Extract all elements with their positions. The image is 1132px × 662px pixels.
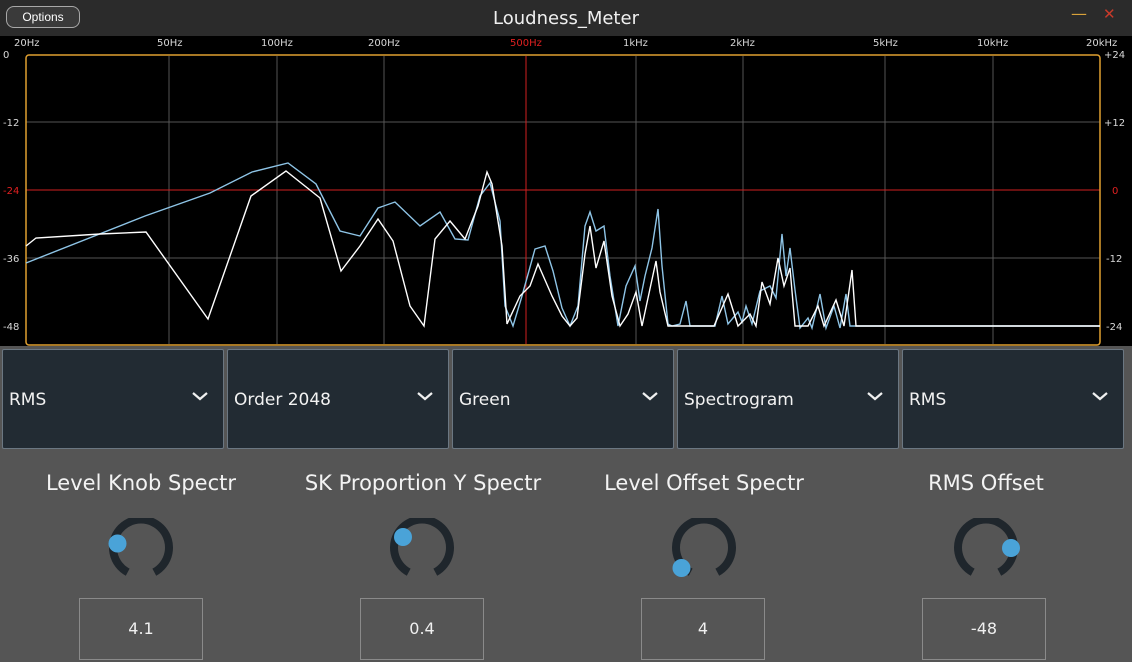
close-icon[interactable]: ✕	[1103, 5, 1116, 23]
plot-frame	[25, 54, 1101, 346]
dropdown-5[interactable]: RMS	[902, 349, 1124, 449]
chevron-down-icon	[867, 392, 883, 401]
knob-level-knob-spectr[interactable]	[106, 518, 176, 588]
dropdown-label: RMS	[9, 390, 47, 410]
left-axis-label: -36	[3, 254, 19, 265]
chevron-down-icon	[417, 392, 433, 401]
freq-label-100hz: 100Hz	[261, 38, 293, 49]
minimize-icon[interactable]: —	[1071, 4, 1087, 23]
grid-lines	[26, 56, 1100, 344]
freq-label-20khz: 20kHz	[1086, 38, 1117, 49]
dropdown-label: Order 2048	[234, 390, 331, 410]
right-axis-label: -24	[1106, 322, 1122, 333]
right-axis-label: 0	[1112, 186, 1118, 197]
knob-handle[interactable]	[672, 559, 691, 577]
spectrum-analyzer: 20Hz 50Hz 100Hz 200Hz 500Hz 1kHz 2kHz 5k…	[0, 36, 1132, 346]
freq-label-200hz: 200Hz	[368, 38, 400, 49]
dropdown-4[interactable]: Spectrogram	[677, 349, 899, 449]
spectrum-trace-white	[25, 169, 1100, 329]
title-bar: Options Loudness_Meter — ✕	[0, 0, 1132, 36]
dropdown-2[interactable]: Order 2048	[227, 349, 449, 449]
freq-label-20hz: 20Hz	[14, 38, 40, 49]
knob-label-rms-offset: RMS Offset	[928, 471, 1044, 495]
right-axis-label: +12	[1104, 118, 1125, 129]
window-title: Loudness_Meter	[493, 8, 639, 29]
left-axis-label: -24	[3, 186, 19, 197]
freq-label-50hz: 50Hz	[157, 38, 183, 49]
value-sk-proportion-y-spectr[interactable]: 0.4	[360, 598, 484, 660]
spectrum-plot: 20Hz 50Hz 100Hz 200Hz 500Hz 1kHz 2kHz 5k…	[3, 38, 1125, 346]
freq-label-1khz: 1kHz	[623, 38, 648, 49]
value-level-knob-spectr[interactable]: 4.1	[79, 598, 203, 660]
knob-label-level-offset-spectr: Level Offset Spectr	[604, 471, 804, 495]
dropdown-1[interactable]: RMS	[2, 349, 224, 449]
chevron-down-icon	[642, 392, 658, 401]
value-level-offset-spectr[interactable]: 4	[641, 598, 765, 660]
left-axis-label: -48	[3, 322, 19, 333]
dropdown-label: Green	[459, 390, 511, 410]
freq-label-500hz: 500Hz	[510, 38, 542, 49]
dropdown-label: Spectrogram	[684, 390, 794, 410]
knob-sk-proportion-y-spectr[interactable]	[387, 518, 457, 588]
freq-label-2khz: 2kHz	[730, 38, 755, 49]
chevron-down-icon	[192, 392, 208, 401]
knob-level-offset-spectr[interactable]	[669, 518, 739, 588]
dropdown-3[interactable]: Green	[452, 349, 674, 449]
freq-label-5khz: 5kHz	[873, 38, 898, 49]
dropdown-label: RMS	[909, 390, 947, 410]
knob-handle[interactable]	[394, 528, 412, 546]
left-axis-label: -12	[3, 118, 19, 129]
knob-label-level-knob-spectr: Level Knob Spectr	[45, 471, 237, 495]
freq-label-10khz: 10kHz	[977, 38, 1008, 49]
knob-label-sk-proportion-y-spectr: SK Proportion Y Spectr	[304, 471, 542, 495]
value-rms-offset[interactable]: -48	[922, 598, 1046, 660]
chevron-down-icon	[1092, 392, 1108, 401]
knob-handle[interactable]	[108, 534, 127, 553]
knob-rms-offset[interactable]	[951, 518, 1021, 588]
right-axis-label: +24	[1104, 50, 1125, 61]
knob-handle[interactable]	[1002, 539, 1020, 557]
left-axis-label: 0	[3, 50, 9, 61]
right-axis-label: -12	[1106, 254, 1122, 265]
spectrum-trace-blue	[25, 162, 1100, 331]
